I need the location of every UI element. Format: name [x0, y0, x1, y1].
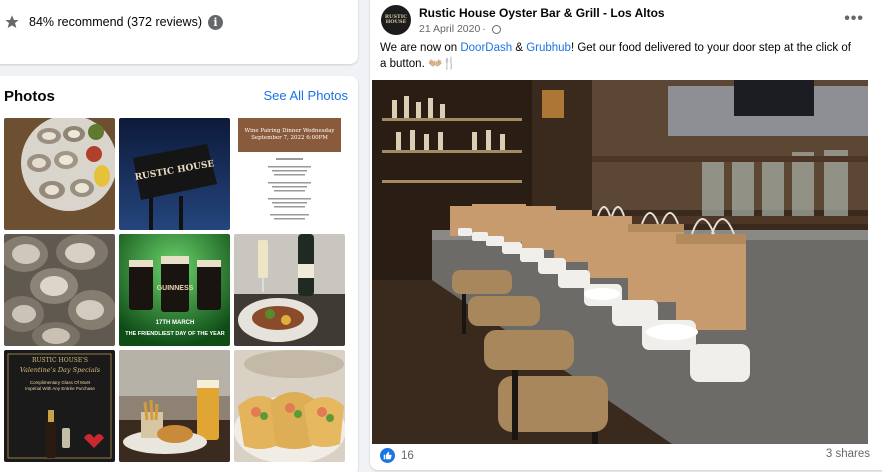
more-options-icon[interactable]: ••• [844, 10, 864, 28]
tacos-photo[interactable] [234, 350, 345, 462]
info-icon[interactable]: i [208, 14, 223, 30]
post-header: RUSTIC HOUSE Rustic House Oyster Bar & G… [381, 5, 665, 35]
guinness-brand: GUINNESS [157, 285, 194, 292]
oysters-platter-photo[interactable] [4, 118, 115, 230]
recommend-text: 84% recommend (372 reviews) [29, 15, 202, 29]
reactions-row[interactable]: 16 [380, 448, 414, 463]
moet-champagne-dinner-photo[interactable] [234, 234, 345, 346]
fish-and-chips-beer-photo[interactable] [119, 350, 230, 462]
rustic-house-sign-photo[interactable]: RUSTIC HOUSE [119, 118, 230, 230]
page-name[interactable]: Rustic House Oyster Bar & Grill - Los Al… [419, 6, 665, 20]
valentines-brand: RUSTIC HOUSE'S [32, 357, 88, 364]
avatar-text: RUSTIC HOUSE [384, 14, 408, 25]
star-icon [5, 15, 19, 28]
wine-pairing-menu-photo[interactable]: Wine Pairing Dinner Wednesday September … [234, 118, 345, 230]
valentines-specials-photo[interactable]: RUSTIC HOUSE'S Valentine's Day Specials … [4, 350, 115, 462]
recommendation-row: 84% recommend (372 reviews) i [4, 14, 223, 30]
valentines-subtitle: Complimentary Glass Of Moët Impérial Wit… [25, 380, 95, 391]
shares-count[interactable]: 3 shares [826, 448, 870, 460]
post-date[interactable]: 21 April 2020 [419, 23, 480, 35]
like-icon [380, 448, 395, 463]
post-card: RUSTIC HOUSE Rustic House Oyster Bar & G… [370, 0, 882, 470]
valentines-title: Valentine's Day Specials [20, 366, 101, 374]
menu-header: Wine Pairing Dinner Wednesday September … [244, 128, 335, 141]
photos-title: Photos [4, 88, 55, 105]
post-text: We are now on DoorDash & Grubhub! Get ou… [380, 40, 860, 72]
guinness-pints-photo[interactable]: GUINNESS 17TH MARCH THE FRIENDLIEST DAY … [119, 234, 230, 346]
recommendation-card: 84% recommend (372 reviews) i [0, 0, 358, 64]
avatar[interactable]: RUSTIC HOUSE [381, 5, 411, 35]
globe-icon [491, 24, 501, 34]
date-dot: · [482, 23, 486, 35]
doordash-link[interactable]: DoorDash [460, 42, 512, 54]
see-all-photos-link[interactable]: See All Photos [263, 88, 348, 103]
post-date-row: 21 April 2020 · [419, 23, 665, 35]
oysters-closeup-photo[interactable] [4, 234, 115, 346]
photos-card: Photos See All Photos RUSTIC HOUSE Wine … [0, 76, 358, 472]
post-image[interactable] [372, 80, 868, 444]
post-text-before: We are now on [380, 42, 461, 54]
grubhub-link[interactable]: Grubhub [526, 42, 571, 54]
guinness-date: 17TH MARCH [156, 320, 195, 326]
guinness-tagline: THE FRIENDLIEST DAY OF THE YEAR [125, 331, 225, 337]
post-text-mid: & [512, 42, 527, 54]
like-count: 16 [401, 449, 414, 462]
